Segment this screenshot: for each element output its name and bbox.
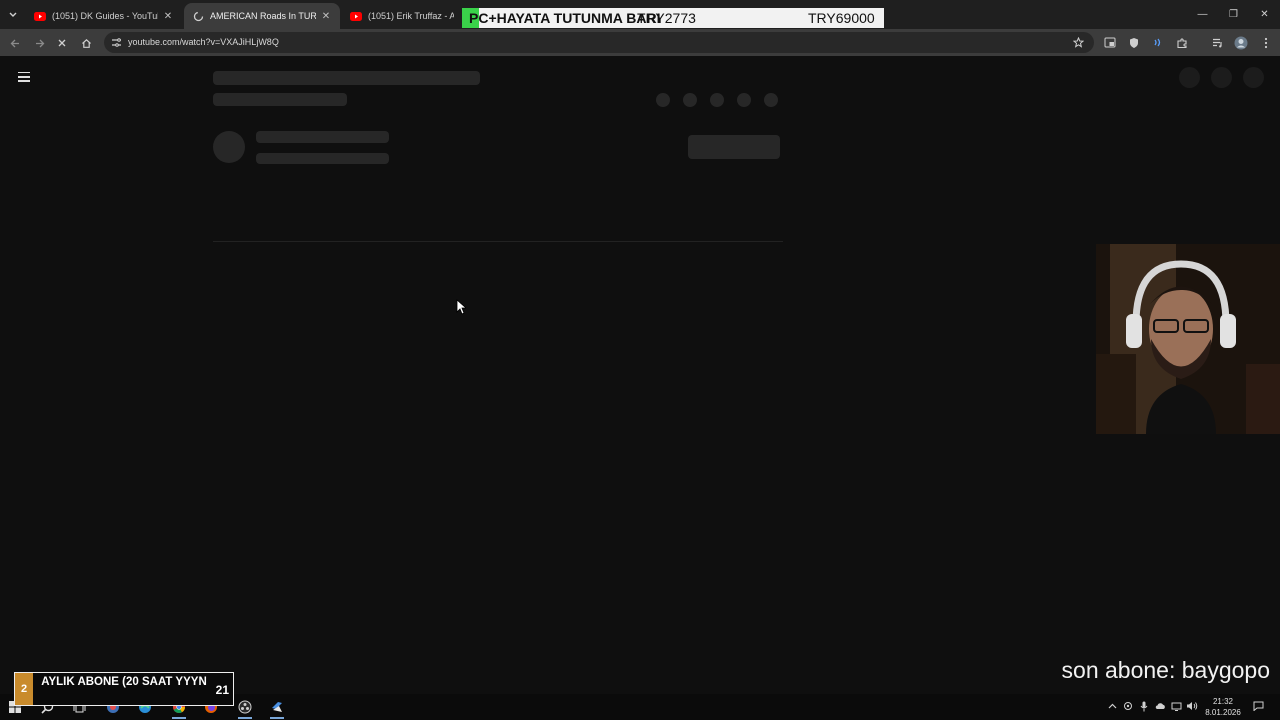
chevron-up-icon[interactable]: [1106, 700, 1118, 712]
url-text: youtube.com/watch?v=VXAJiHLjW8Q: [128, 37, 279, 47]
donation-goal-bar: PC+HAYATA TUTUNMA BARI TRY2773 TRY69000: [462, 8, 884, 28]
close-window-button[interactable]: ✕: [1249, 0, 1280, 28]
tab-search-button[interactable]: [4, 5, 22, 23]
arrow-left-icon: [10, 39, 19, 47]
donation-current: TRY2773: [637, 10, 696, 26]
browser-toolbar: youtube.com/watch?v=VXAJiHLjW8Q: [0, 29, 1280, 56]
divider: [213, 241, 783, 242]
mouse-cursor-icon: [456, 299, 466, 315]
site-info-icon[interactable]: [111, 37, 122, 48]
action-skeleton: [764, 93, 778, 107]
close-icon[interactable]: ✕: [162, 11, 174, 22]
forward-button[interactable]: [30, 34, 48, 52]
home-button[interactable]: [77, 34, 95, 52]
taskbar-clock[interactable]: 21:32 8.01.2026: [1200, 696, 1246, 718]
clock-date: 8.01.2026: [1205, 708, 1241, 717]
header-icon-skeleton: [1179, 67, 1200, 88]
kebab-menu-icon[interactable]: [1258, 35, 1273, 50]
loading-icon: [192, 10, 204, 22]
webcam-overlay: [1096, 244, 1280, 434]
subtitle-skeleton: [213, 93, 347, 106]
youtube-icon: [34, 10, 46, 22]
obs-icon[interactable]: [236, 698, 254, 719]
channel-subs-skeleton: [256, 153, 389, 164]
network-icon[interactable]: [1170, 700, 1182, 712]
puzzle-icon[interactable]: [1174, 35, 1189, 50]
youtube-page: [0, 56, 1280, 666]
subscriber-goal-widget: 2 AYLIK ABONE (20 SAAT YYYN 21: [14, 672, 234, 706]
action-skeleton: [737, 93, 751, 107]
audio-extension-icon[interactable]: [1150, 35, 1165, 50]
close-icon: [58, 39, 66, 47]
notifications-icon[interactable]: [1252, 700, 1264, 712]
tab-title: AMERICAN Roads In TURKEY?!: [210, 11, 316, 21]
window-controls: — ❐ ✕: [1187, 0, 1280, 28]
header-icon-skeleton: [1243, 67, 1264, 88]
stop-loading-button[interactable]: [53, 34, 71, 52]
arrow-right-icon: [35, 39, 44, 47]
home-icon: [81, 38, 91, 48]
media-control-icon[interactable]: [1210, 35, 1225, 50]
clock-time: 21:32: [1212, 697, 1234, 706]
goal-end-count: 21: [215, 683, 229, 697]
star-icon[interactable]: [1073, 37, 1084, 48]
tab-title: (1051) DK Guides - YouTube: [52, 11, 158, 21]
youtube-icon: [350, 10, 362, 22]
chevron-down-icon: [9, 12, 17, 17]
close-icon[interactable]: ✕: [320, 11, 332, 22]
last-subscriber-text: son abone: baygopo: [1061, 657, 1270, 683]
screen: (1051) DK Guides - YouTube ✕ AMERICAN Ro…: [0, 0, 1280, 720]
tab-title: (1051) Erik Truffaz - Ascens: [368, 11, 454, 21]
camera-icon[interactable]: [1122, 700, 1134, 712]
action-skeleton: [683, 93, 697, 107]
volume-icon[interactable]: [1186, 700, 1198, 712]
action-skeleton: [656, 93, 670, 107]
shield-icon[interactable]: [1126, 35, 1141, 50]
channel-name-skeleton: [256, 131, 389, 143]
steam-icon[interactable]: [268, 698, 286, 719]
microphone-icon[interactable]: [1138, 700, 1150, 712]
tab-erik-truffaz[interactable]: (1051) Erik Truffaz - Ascens: [342, 3, 462, 29]
active-app-indicator: [238, 717, 252, 719]
tab-american-roads[interactable]: AMERICAN Roads In TURKEY?! ✕: [184, 3, 340, 29]
active-app-indicator: [172, 717, 186, 719]
title-skeleton: [213, 71, 480, 85]
goal-label: AYLIK ABONE (20 SAAT YYYN: [41, 676, 207, 688]
goal-start-count: 2: [15, 673, 33, 705]
donation-target: TRY69000: [808, 10, 875, 26]
donation-goal-label: PC+HAYATA TUTUNMA BARI: [469, 10, 661, 26]
active-app-indicator: [270, 717, 284, 719]
menu-icon[interactable]: [18, 72, 30, 82]
header-icon-skeleton: [1211, 67, 1232, 88]
address-bar[interactable]: youtube.com/watch?v=VXAJiHLjW8Q: [104, 32, 1094, 53]
channel-avatar-skeleton: [213, 131, 245, 163]
minimize-button[interactable]: —: [1187, 0, 1218, 28]
subscribe-button-skeleton: [688, 135, 780, 159]
tab-dk-guides[interactable]: (1051) DK Guides - YouTube ✕: [26, 3, 182, 29]
back-button[interactable]: [6, 34, 24, 52]
action-skeleton: [710, 93, 724, 107]
cloud-icon[interactable]: [1154, 700, 1166, 712]
profile-avatar[interactable]: [1233, 35, 1248, 50]
restore-button[interactable]: ❐: [1218, 0, 1249, 28]
picture-in-picture-icon[interactable]: [1102, 35, 1117, 50]
